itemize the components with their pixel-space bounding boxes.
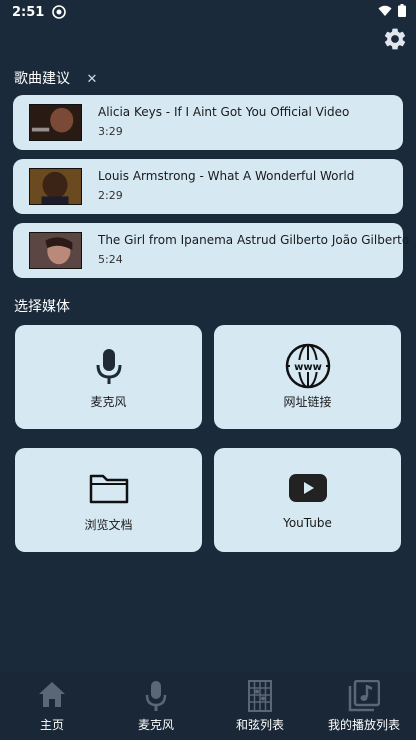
media-option-microphone[interactable]: 麦克风 [15,325,202,429]
wifi-icon [378,5,392,16]
status-time: 2:51 [12,4,45,20]
song-title: Alicia Keys - If I Aint Got You Official… [98,105,350,119]
playlist-icon [348,680,380,712]
nav-label: 主页 [39,718,64,732]
video-thumbnail [29,168,82,205]
status-icons [378,4,406,17]
svg-text:www: www [294,362,322,373]
song-duration: 2:29 [98,189,123,202]
nav-label: 和弦列表 [235,718,284,732]
media-option-label: 麦克风 [90,395,127,409]
home-icon [39,682,65,707]
media-option-label: 浏览文档 [84,518,133,532]
media-option-browse-docs[interactable]: 浏览文档 [15,448,202,552]
song-title: The Girl from Ipanema Astrud Gilberto Jo… [98,233,410,247]
media-option-label: 网址链接 [283,395,332,409]
video-thumbnail [29,104,82,141]
song-title: Louis Armstrong - What A Wonderful World [98,169,355,183]
settings-gear-icon[interactable] [382,26,408,52]
song-duration: 3:29 [98,125,123,138]
video-thumbnail [29,232,82,269]
nav-item-my-playlist[interactable]: 我的播放列表 [312,672,416,740]
app-notification-icon [52,5,67,19]
nav-item-microphone[interactable]: 麦克风 [104,672,208,740]
song-suggestion-card[interactable]: Alicia Keys - If I Aint Got You Official… [13,95,403,150]
media-option-youtube[interactable]: YouTube [214,448,401,552]
close-suggestions-button[interactable]: ✕ [86,72,97,87]
suggestions-header: 歌曲建议 ✕ [14,68,97,88]
battery-icon [398,4,406,17]
globe-www-icon: www [285,343,330,389]
nav-item-home[interactable]: 主页 [0,672,104,740]
youtube-icon [288,474,327,502]
media-option-label: YouTube [283,516,332,530]
suggestions-title: 歌曲建议 [14,71,70,87]
select-media-title: 选择媒体 [14,299,70,315]
chord-grid-icon [248,680,272,712]
microphone-icon [96,349,121,384]
bottom-navigation: 主页 麦克风 和弦列表 我的播放列表 [0,672,416,740]
song-suggestion-card[interactable]: The Girl from Ipanema Astrud Gilberto Jo… [13,223,409,278]
status-bar: 2:51 [0,0,416,24]
nav-label: 我的播放列表 [327,718,400,732]
song-duration: 5:24 [98,253,123,266]
nav-label: 麦克风 [137,718,174,732]
microphone-icon [145,681,167,711]
folder-icon [89,474,128,504]
media-option-url[interactable]: www 网址链接 [214,325,401,429]
nav-item-chords[interactable]: 和弦列表 [208,672,312,740]
song-suggestion-card[interactable]: Louis Armstrong - What A Wonderful World… [13,159,403,214]
